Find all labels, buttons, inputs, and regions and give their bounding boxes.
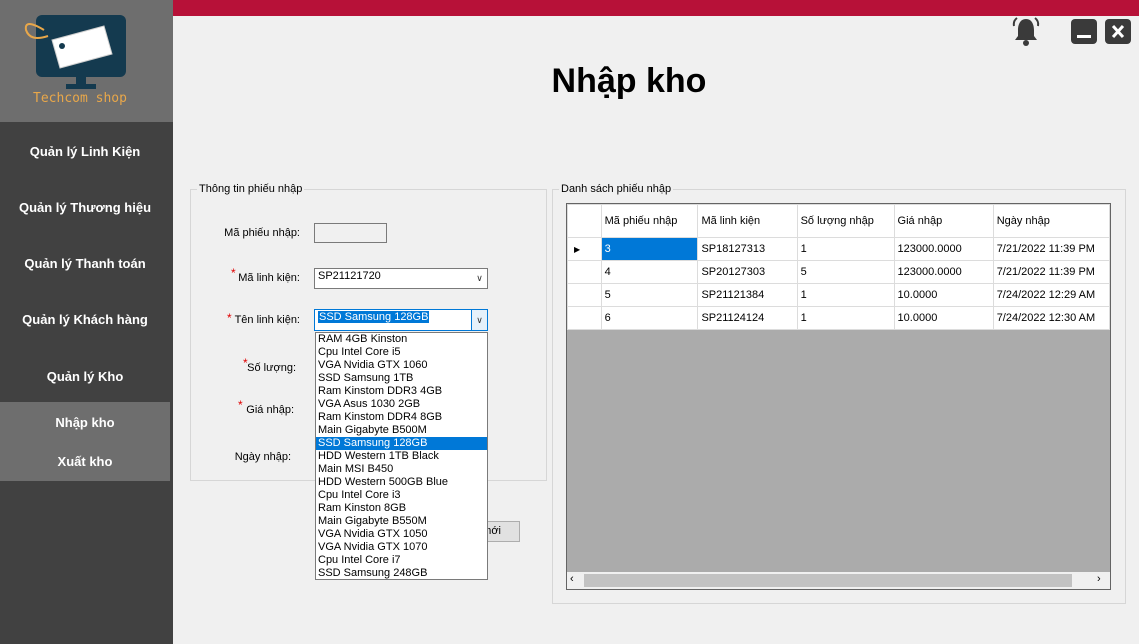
table-cell[interactable]: 1 xyxy=(796,237,895,261)
chevron-down-icon[interactable]: ∨ xyxy=(472,269,487,288)
dropdown-option[interactable]: Cpu Intel Core i3 xyxy=(316,489,487,502)
dropdown-option[interactable]: SSD Samsung 128GB xyxy=(316,437,487,450)
dropdown-option[interactable]: VGA Nvidia GTX 1070 xyxy=(316,541,487,554)
table-cell[interactable]: 4 xyxy=(600,260,699,284)
dropdown-option[interactable]: Ram Kinstom DDR4 8GB xyxy=(316,411,487,424)
dropdown-option[interactable]: Main Gigabyte B500M xyxy=(316,424,487,437)
list-group-title: Danh sách phiếu nhập xyxy=(559,183,674,195)
ma-linh-kien-select[interactable]: SP21121720 ∨ xyxy=(314,268,488,289)
dropdown-option[interactable]: VGA Nvidia GTX 1060 xyxy=(316,359,487,372)
table-cell[interactable]: SP20127303 xyxy=(697,260,798,284)
row-header-corner xyxy=(567,204,602,238)
table-cell[interactable]: 6 xyxy=(600,306,699,330)
table-row[interactable]: ▶ 3 SP18127313 1 123000.0000 7/21/2022 11:39 … xyxy=(567,237,1110,261)
table-row[interactable]: 5 SP21121384 1 10.0000 7/24/2022 12:29 AM xyxy=(567,283,1110,307)
minimize-icon[interactable] xyxy=(1071,19,1097,45)
table-cell[interactable]: 1 xyxy=(796,283,895,307)
table-cell[interactable]: 123000.0000 xyxy=(893,260,994,284)
dropdown-option[interactable]: Ram Kinston 8GB xyxy=(316,502,487,515)
scroll-left-icon[interactable]: ‹ xyxy=(570,573,574,585)
dropdown-option[interactable]: SSD Samsung 1TB xyxy=(316,372,487,385)
column-header[interactable]: Ngày nhập xyxy=(992,204,1110,238)
table-cell[interactable]: 10.0000 xyxy=(893,283,994,307)
column-header[interactable]: Số lượng nhập xyxy=(796,204,895,238)
sidebar-item-khach-hang[interactable]: Quản lý Khách hàng xyxy=(0,312,170,327)
column-header[interactable]: Mã linh kiện xyxy=(697,204,798,238)
table-cell[interactable]: 10.0000 xyxy=(893,306,994,330)
sidebar-item-thanh-toan[interactable]: Quản lý Thanh toán xyxy=(0,256,170,271)
current-row-icon: ▶ xyxy=(574,245,581,254)
sidebar-subitem-xuat-kho[interactable]: Xuất kho xyxy=(0,454,170,469)
row-header[interactable]: ▶ xyxy=(567,237,602,261)
logo-icon xyxy=(24,15,126,89)
sidebar-subitem-nhap-kho[interactable]: Nhập kho xyxy=(0,415,170,430)
dropdown-option[interactable]: VGA Asus 1030 2GB xyxy=(316,398,487,411)
top-accent-bar xyxy=(173,0,1139,16)
logo-area: Techcom shop xyxy=(0,0,173,122)
table-cell[interactable]: SP21124124 xyxy=(697,306,798,330)
logo-text: Techcom shop xyxy=(33,91,127,106)
row-header[interactable] xyxy=(567,283,602,307)
dropdown-option[interactable]: HDD Western 500GB Blue xyxy=(316,476,487,489)
gia-nhap-label: Giá nhập: xyxy=(246,404,294,416)
dropdown-option[interactable]: RAM 4GB Kinston xyxy=(316,333,487,346)
scroll-right-icon[interactable]: › xyxy=(1097,573,1101,585)
dropdown-option[interactable]: Cpu Intel Core i7 xyxy=(316,554,487,567)
ten-linh-kien-dropdown[interactable]: RAM 4GB Kinston Cpu Intel Core i5 VGA Nvid… xyxy=(315,332,488,580)
dropdown-option[interactable]: VGA Nvidia GTX 1050 xyxy=(316,528,487,541)
ten-linh-kien-value: SSD Samsung 128GB xyxy=(318,311,430,323)
dropdown-option[interactable]: SSD Samsung 248GB xyxy=(316,567,487,579)
column-header[interactable]: Giá nhập xyxy=(893,204,994,238)
dropdown-option[interactable]: Cpu Intel Core i5 xyxy=(316,346,487,359)
table-cell[interactable]: SP21121384 xyxy=(697,283,798,307)
submenu-kho xyxy=(0,402,170,481)
table-cell[interactable]: 5 xyxy=(600,283,699,307)
bell-icon[interactable] xyxy=(1011,16,1041,46)
data-grid[interactable]: Mã phiếu nhập Mã linh kiện Số lượng nhập… xyxy=(566,203,1111,590)
ma-linh-kien-value: SP21121720 xyxy=(318,270,381,282)
ma-phieu-label: Mã phiếu nhập: xyxy=(224,227,300,239)
ngay-nhap-label: Ngày nhập: xyxy=(234,451,291,463)
dropdown-option[interactable]: Main MSI B450 xyxy=(316,463,487,476)
dropdown-option[interactable]: Ram Kinstom DDR3 4GB xyxy=(316,385,487,398)
table-cell[interactable]: 7/21/2022 11:39 PM xyxy=(992,260,1110,284)
ten-linh-kien-label: Tên linh kiện: xyxy=(234,314,300,326)
table-row[interactable]: 4 SP20127303 5 123000.0000 7/21/2022 11:39 P… xyxy=(567,260,1110,284)
sidebar-item-kho[interactable]: Quản lý Kho xyxy=(0,369,170,384)
table-cell[interactable]: SP18127313 xyxy=(697,237,798,261)
dropdown-option[interactable]: Main Gigabyte B550M xyxy=(316,515,487,528)
page-title: Nhập kho xyxy=(551,62,707,100)
form-group-title: Thông tin phiếu nhập xyxy=(197,183,305,195)
ma-phieu-input[interactable] xyxy=(314,223,387,243)
scrollbar-thumb[interactable] xyxy=(584,574,1072,587)
row-header[interactable] xyxy=(567,260,602,284)
ma-linh-kien-label: Mã linh kiện: xyxy=(238,272,300,284)
so-luong-label: Số lượng: xyxy=(247,362,296,374)
sidebar-item-linh-kien[interactable]: Quản lý Linh Kiện xyxy=(0,144,170,159)
column-header[interactable]: Mã phiếu nhập xyxy=(600,204,699,238)
table-cell[interactable]: 7/21/2022 11:39 PM xyxy=(992,237,1110,261)
ten-linh-kien-select[interactable]: SSD Samsung 128GB ∨ xyxy=(314,309,488,331)
data-table: Mã phiếu nhập Mã linh kiện Số lượng nhập… xyxy=(567,204,1110,330)
row-header[interactable] xyxy=(567,306,602,330)
dropdown-option[interactable]: HDD Western 1TB Black xyxy=(316,450,487,463)
sidebar-item-thuong-hieu[interactable]: Quản lý Thương hiệu xyxy=(0,200,170,215)
table-cell[interactable]: 7/24/2022 12:29 AM xyxy=(992,283,1110,307)
table-cell[interactable]: 1 xyxy=(796,306,895,330)
table-cell[interactable]: 5 xyxy=(796,260,895,284)
close-icon[interactable] xyxy=(1105,19,1131,45)
table-row[interactable]: 6 SP21124124 1 10.0000 7/24/2022 12:30 AM xyxy=(567,306,1110,330)
table-cell[interactable]: 123000.0000 xyxy=(893,237,994,261)
table-cell[interactable]: 3 xyxy=(600,237,699,261)
table-cell[interactable]: 7/24/2022 12:30 AM xyxy=(992,306,1110,330)
chevron-down-icon[interactable]: ∨ xyxy=(471,310,487,330)
